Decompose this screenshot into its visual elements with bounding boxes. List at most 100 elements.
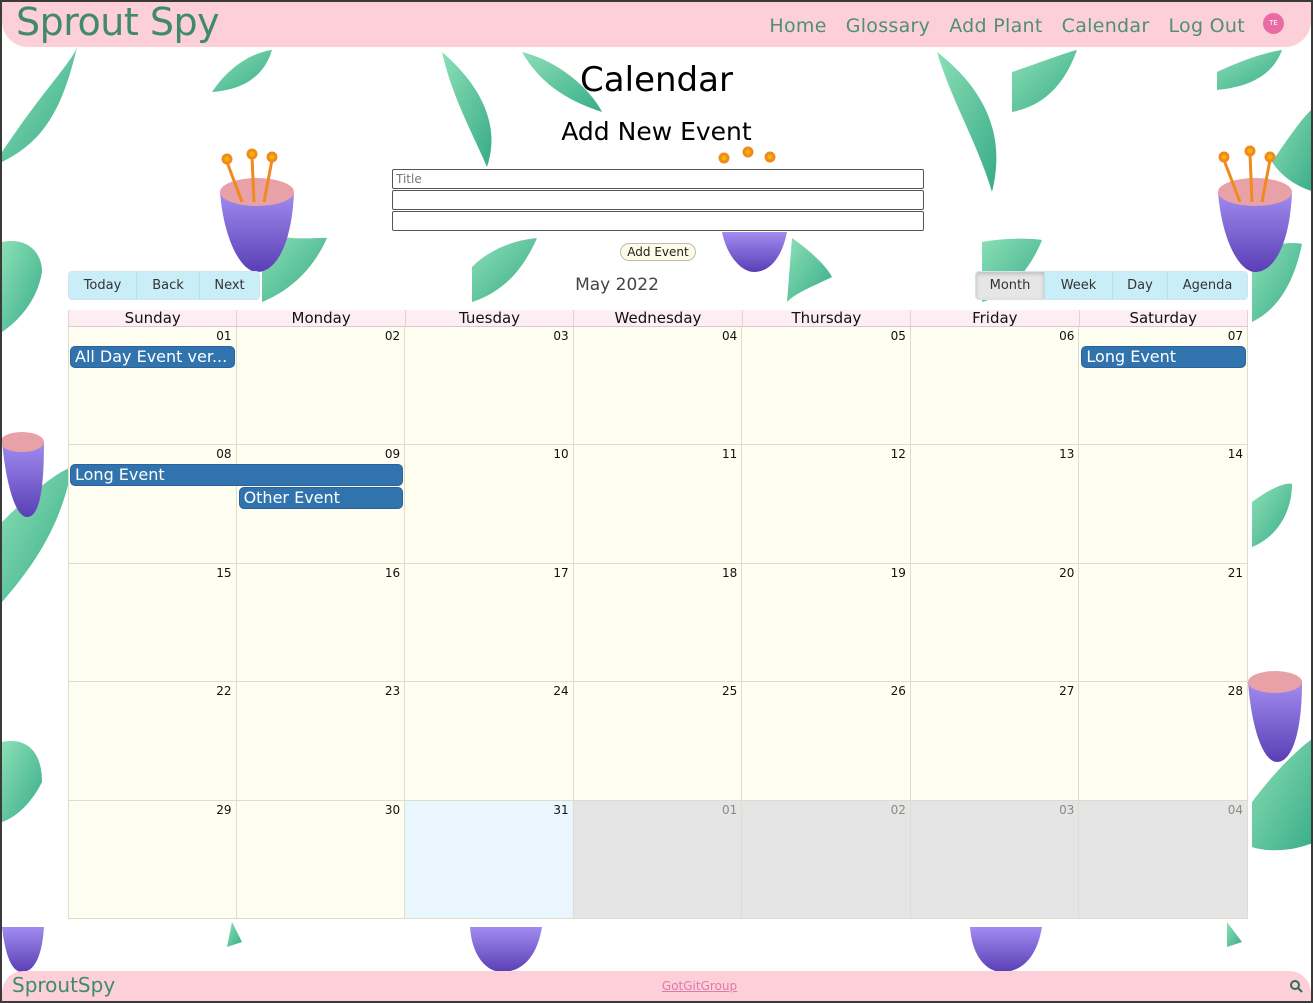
day-cell[interactable]: 20 [910,563,1080,683]
day-number[interactable]: 02 [385,329,400,343]
day-cell[interactable]: 02 [742,800,911,919]
day-cell[interactable]: 28 [1079,682,1248,801]
calendar-event[interactable]: Long Event [1081,346,1246,368]
day-number[interactable]: 25 [722,684,737,698]
day-number[interactable]: 28 [1228,684,1243,698]
back-button[interactable]: Back [137,272,200,299]
day-cell[interactable]: 10 [405,445,574,564]
day-number[interactable]: 03 [553,329,568,343]
day-number[interactable]: 03 [1059,803,1074,817]
nav-calendar[interactable]: Calendar [1062,15,1150,37]
day-number[interactable]: 09 [385,447,400,461]
user-avatar[interactable]: TE [1263,13,1284,34]
day-cell[interactable]: 03 [910,800,1080,919]
day-number[interactable]: 23 [385,684,400,698]
calendar-event[interactable]: Other Event [238,487,404,510]
day-cell[interactable]: 30 [236,800,406,919]
day-cell[interactable]: 08 [68,445,237,564]
day-cell[interactable]: 01 [573,800,743,919]
calendar-event[interactable]: All Day Event ver... [70,346,235,368]
day-number[interactable]: 10 [553,447,568,461]
day-number[interactable]: 05 [891,329,906,343]
day-number[interactable]: 31 [553,803,568,817]
weekday-header: Sunday Monday Tuesday Wednesday Thursday Frid… [68,310,1248,327]
nav-add-plant[interactable]: Add Plant [949,15,1042,37]
weekday-header-wednesday: Wednesday [573,310,742,327]
add-event-button[interactable]: Add Event [620,243,696,261]
day-number[interactable]: 13 [1059,447,1074,461]
day-number[interactable]: 14 [1228,447,1243,461]
view-week-button[interactable]: Week [1045,272,1113,299]
view-month-button[interactable]: Month [976,272,1045,299]
day-number[interactable]: 30 [385,803,400,817]
day-number[interactable]: 15 [216,566,231,580]
day-number[interactable]: 24 [553,684,568,698]
nav-links: Home Glossary Add Plant Calendar Log Out [769,15,1245,37]
day-cell[interactable]: 07 [1079,327,1248,446]
day-cell[interactable]: 12 [742,445,911,564]
event-start-input[interactable] [392,190,924,210]
next-button[interactable]: Next [200,272,259,299]
day-number[interactable]: 01 [722,803,737,817]
weekday-header-friday: Friday [910,310,1079,327]
day-number[interactable]: 04 [722,329,737,343]
top-navbar: Sprout Spy Home Glossary Add Plant Calen… [2,0,1311,47]
day-number[interactable]: 19 [891,566,906,580]
day-number[interactable]: 21 [1228,566,1243,580]
day-cell[interactable]: 19 [742,563,911,683]
day-cell[interactable]: 04 [573,327,743,446]
day-cell[interactable]: 03 [405,327,574,446]
day-cell[interactable]: 21 [1079,563,1248,683]
day-cell[interactable]: 23 [236,682,406,801]
brand-logo[interactable]: Sprout Spy [16,0,220,44]
event-end-input[interactable] [392,211,924,231]
day-cell[interactable]: 25 [573,682,743,801]
nav-home[interactable]: Home [769,15,826,37]
day-cell[interactable]: 11 [573,445,743,564]
page-title: Calendar [580,60,733,100]
day-number[interactable]: 29 [216,803,231,817]
day-cell[interactable]: 31 [405,800,574,919]
day-number[interactable]: 07 [1228,329,1243,343]
day-number[interactable]: 22 [216,684,231,698]
day-cell[interactable]: 04 [1079,800,1248,919]
footer-github-link[interactable]: GotGitGroup [2,979,1313,993]
day-number[interactable]: 20 [1059,566,1074,580]
day-number[interactable]: 18 [722,566,737,580]
nav-log-out[interactable]: Log Out [1168,15,1245,37]
day-number[interactable]: 16 [385,566,400,580]
calendar-nav-group: Today Back Next [68,271,260,300]
view-agenda-button[interactable]: Agenda [1168,272,1247,299]
calendar-event[interactable]: Long Event [70,464,404,487]
day-cell[interactable]: 29 [68,800,237,919]
day-cell[interactable]: 18 [573,563,743,683]
day-number[interactable]: 01 [216,329,231,343]
day-cell[interactable]: 15 [68,563,237,683]
day-cell[interactable]: 02 [236,327,406,446]
day-number[interactable]: 06 [1059,329,1074,343]
day-cell[interactable]: 13 [910,445,1080,564]
view-day-button[interactable]: Day [1113,272,1168,299]
event-title-input[interactable] [392,169,924,189]
day-number[interactable]: 02 [891,803,906,817]
day-number[interactable]: 11 [722,447,737,461]
day-cell[interactable]: 26 [742,682,911,801]
day-cell[interactable]: 16 [236,563,406,683]
day-cell[interactable]: 05 [742,327,911,446]
day-cell[interactable]: 24 [405,682,574,801]
day-cell[interactable]: 01 [68,327,237,446]
day-cell[interactable]: 14 [1079,445,1248,564]
day-number[interactable]: 17 [553,566,568,580]
day-number[interactable]: 12 [891,447,906,461]
day-number[interactable]: 04 [1228,803,1243,817]
day-cell[interactable]: 22 [68,682,237,801]
nav-glossary[interactable]: Glossary [846,15,931,37]
magnifier-icon[interactable] [1289,979,1303,993]
day-cell[interactable]: 17 [405,563,574,683]
day-number[interactable]: 27 [1059,684,1074,698]
day-cell[interactable]: 06 [910,327,1080,446]
day-number[interactable]: 26 [891,684,906,698]
day-cell[interactable]: 27 [910,682,1080,801]
day-number[interactable]: 08 [216,447,231,461]
today-button[interactable]: Today [69,272,137,299]
